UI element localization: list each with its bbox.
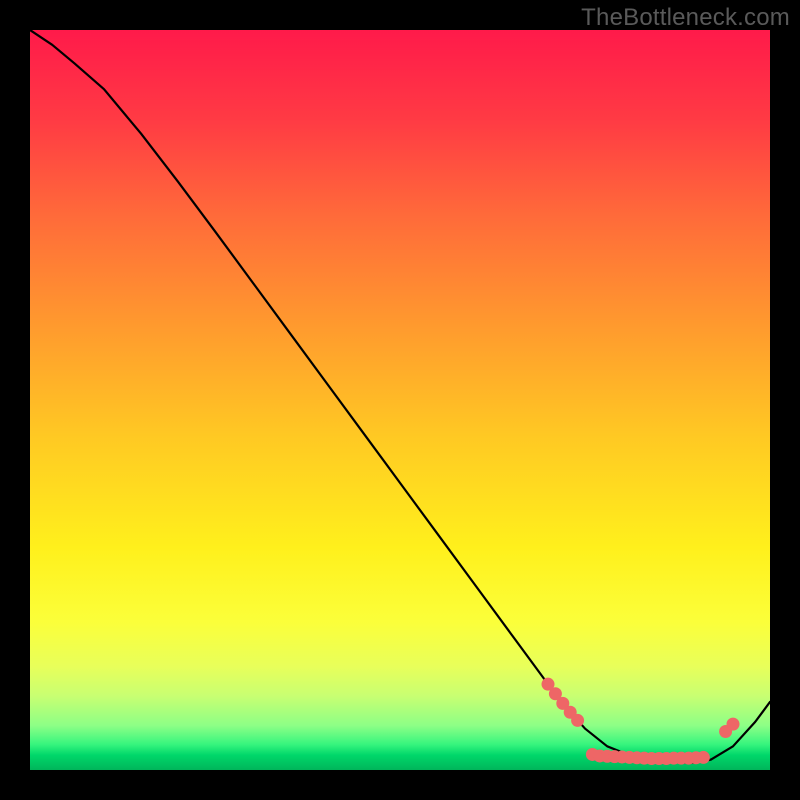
gradient-background <box>30 30 770 770</box>
chart-frame: TheBottleneck.com <box>0 0 800 800</box>
plot-area <box>30 30 770 770</box>
data-marker <box>727 718 740 731</box>
watermark-text: TheBottleneck.com <box>581 4 790 32</box>
data-marker <box>697 751 710 764</box>
data-marker <box>571 714 584 727</box>
chart-svg <box>30 30 770 770</box>
